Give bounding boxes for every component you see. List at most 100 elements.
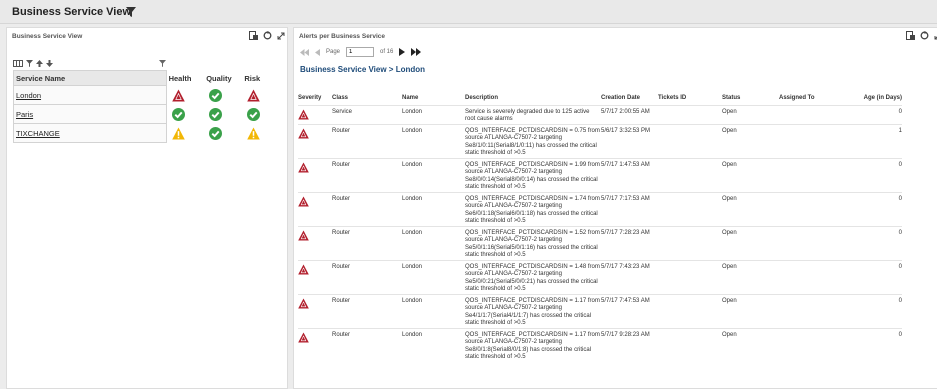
age-cell: 1	[841, 123, 902, 158]
critical-status-icon	[298, 161, 309, 173]
page-count: of 16	[380, 49, 394, 55]
columns-icon[interactable]	[13, 60, 23, 67]
export-icon[interactable]	[249, 31, 258, 40]
name-cell: London	[402, 225, 465, 260]
column-filter-icon[interactable]	[159, 60, 166, 67]
ok-status-icon	[247, 107, 261, 121]
age-cell: 0	[841, 191, 902, 226]
creation-date-cell: 5/7/17 1:47:53 AM	[601, 157, 658, 192]
alert-row[interactable]: Router London QOS_INTERFACE_PCTDISCARDSI…	[298, 123, 902, 158]
class-cell: Router	[332, 259, 402, 294]
col-tickets-id[interactable]: Tickets ID	[658, 92, 722, 105]
description-cell: QOS_INTERFACE_PCTDISCARDSIN = 1.74 from …	[465, 191, 601, 226]
age-cell: 0	[841, 293, 902, 328]
description-cell: QOS_INTERFACE_PCTDISCARDSIN = 1.48 from …	[465, 259, 601, 294]
table-row[interactable]: Paris	[13, 104, 281, 124]
name-cell: London	[402, 123, 465, 158]
health-cell	[166, 105, 204, 124]
severity-cell	[298, 157, 332, 192]
assigned-cell	[779, 327, 841, 362]
risk-cell	[242, 105, 280, 124]
service-name-cell: Paris	[13, 104, 167, 124]
table-row[interactable]: TIXCHANGE	[13, 123, 281, 143]
prev-page-icon[interactable]	[315, 48, 320, 56]
creation-date-cell: 5/7/17 7:47:53 AM	[601, 293, 658, 328]
export-icon[interactable]	[906, 31, 915, 40]
class-cell: Router	[332, 225, 402, 260]
status-cell: Open	[722, 123, 779, 158]
service-link[interactable]: London	[16, 91, 41, 100]
col-description[interactable]: Description	[465, 92, 601, 105]
alert-row[interactable]: Router London QOS_INTERFACE_PCTDISCARDSI…	[298, 327, 902, 362]
assigned-cell	[779, 259, 841, 294]
creation-date-cell: 5/7/17 7:17:53 AM	[601, 191, 658, 226]
col-quality[interactable]: Quality	[204, 71, 242, 86]
severity-cell	[298, 259, 332, 294]
age-cell: 0	[841, 104, 902, 124]
ok-status-icon	[209, 126, 223, 140]
page-input[interactable]	[346, 47, 375, 57]
tickets-cell	[658, 191, 722, 226]
name-cell: London	[402, 293, 465, 328]
col-creation-date[interactable]: Creation Date	[601, 92, 658, 105]
description-cell: QOS_INTERFACE_PCTDISCARDSIN = 1.17 from …	[465, 293, 601, 328]
alert-row[interactable]: Router London QOS_INTERFACE_PCTDISCARDSI…	[298, 157, 902, 192]
sort-up-icon[interactable]	[36, 60, 43, 67]
assigned-cell	[779, 104, 841, 124]
critical-status-icon	[298, 229, 309, 241]
ok-status-icon	[209, 88, 223, 102]
warning-status-icon	[171, 127, 185, 139]
last-page-icon[interactable]	[411, 48, 422, 56]
risk-cell	[242, 124, 280, 143]
name-cell: London	[402, 259, 465, 294]
col-class[interactable]: Class	[332, 92, 402, 105]
critical-status-icon	[298, 195, 309, 207]
pager: Page of 16	[300, 47, 422, 57]
alert-row[interactable]: Service London Service is severely degra…	[298, 104, 902, 124]
status-cell: Open	[722, 157, 779, 192]
creation-date-cell: 5/7/17 2:00:55 AM	[601, 104, 658, 124]
col-name[interactable]: Name	[402, 92, 465, 105]
assigned-cell	[779, 157, 841, 192]
col-service-name[interactable]: Service Name	[13, 70, 167, 86]
breadcrumb[interactable]: Business Service View > London	[300, 65, 425, 74]
sort-down-icon[interactable]	[46, 60, 53, 67]
col-risk[interactable]: Risk	[242, 71, 280, 86]
col-assigned-to[interactable]: Assigned To	[779, 92, 841, 105]
filter-icon[interactable]	[125, 6, 137, 18]
col-health[interactable]: Health	[166, 71, 204, 86]
tickets-cell	[658, 104, 722, 124]
alert-row[interactable]: Router London QOS_INTERFACE_PCTDISCARDSI…	[298, 259, 902, 294]
col-age[interactable]: Age (in Days)	[841, 92, 902, 105]
table-row[interactable]: London	[13, 85, 281, 105]
assigned-cell	[779, 225, 841, 260]
severity-cell	[298, 293, 332, 328]
refresh-icon[interactable]	[920, 31, 929, 40]
description-cell: QOS_INTERFACE_PCTDISCARDSIN = 1.99 from …	[465, 157, 601, 192]
refresh-icon[interactable]	[263, 31, 272, 40]
creation-date-cell: 5/6/17 3:32:53 PM	[601, 123, 658, 158]
age-cell: 0	[841, 157, 902, 192]
status-cell: Open	[722, 327, 779, 362]
service-link[interactable]: TIXCHANGE	[16, 129, 60, 138]
critical-status-icon	[298, 297, 309, 309]
filter-icon[interactable]	[26, 60, 33, 67]
alert-row[interactable]: Router London QOS_INTERFACE_PCTDISCARDSI…	[298, 293, 902, 328]
tickets-cell	[658, 327, 722, 362]
status-cell: Open	[722, 104, 779, 124]
next-page-icon[interactable]	[399, 48, 406, 56]
class-cell: Router	[332, 327, 402, 362]
service-link[interactable]: Paris	[16, 110, 33, 119]
alert-row[interactable]: Router London QOS_INTERFACE_PCTDISCARDSI…	[298, 191, 902, 226]
first-page-icon[interactable]	[300, 48, 309, 56]
class-cell: Router	[332, 191, 402, 226]
col-status[interactable]: Status	[722, 92, 779, 105]
alerts-panel: Alerts per Business Service Page of 16 B…	[293, 27, 937, 389]
tickets-cell	[658, 123, 722, 158]
col-severity[interactable]: Severity	[298, 92, 332, 105]
expand-icon[interactable]	[277, 32, 285, 40]
class-cell: Router	[332, 157, 402, 192]
name-cell: London	[402, 191, 465, 226]
panel-tools	[249, 31, 285, 40]
alert-row[interactable]: Router London QOS_INTERFACE_PCTDISCARDSI…	[298, 225, 902, 260]
